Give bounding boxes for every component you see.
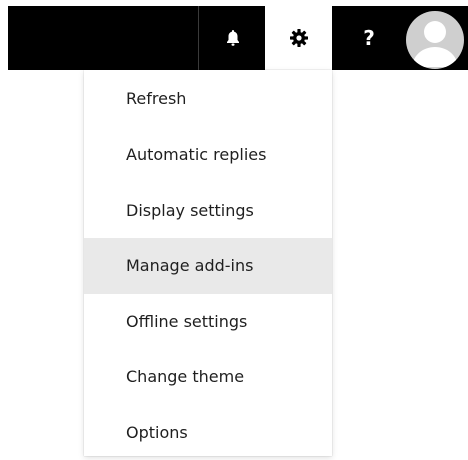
gear-icon — [289, 28, 309, 48]
menu-item-manage-add-ins[interactable]: Manage add-ins — [84, 238, 332, 294]
menu-item-refresh[interactable]: Refresh — [84, 70, 332, 127]
help-button[interactable]: ? — [337, 6, 401, 70]
notifications-button[interactable] — [200, 6, 266, 70]
bell-icon — [225, 29, 241, 47]
avatar — [406, 11, 464, 69]
menu-item-change-theme[interactable]: Change theme — [84, 349, 332, 405]
question-icon: ? — [363, 26, 375, 50]
menu-item-offline-settings[interactable]: Offline settings — [84, 294, 332, 350]
topbar-separator — [198, 6, 199, 70]
menu-item-automatic-replies[interactable]: Automatic replies — [84, 127, 332, 183]
menu-item-options[interactable]: Options — [84, 405, 332, 460]
menu-item-display-settings[interactable]: Display settings — [84, 183, 332, 239]
avatar-icon — [406, 11, 464, 69]
settings-button[interactable] — [265, 6, 332, 70]
settings-menu: Refresh Automatic replies Display settin… — [84, 70, 332, 456]
